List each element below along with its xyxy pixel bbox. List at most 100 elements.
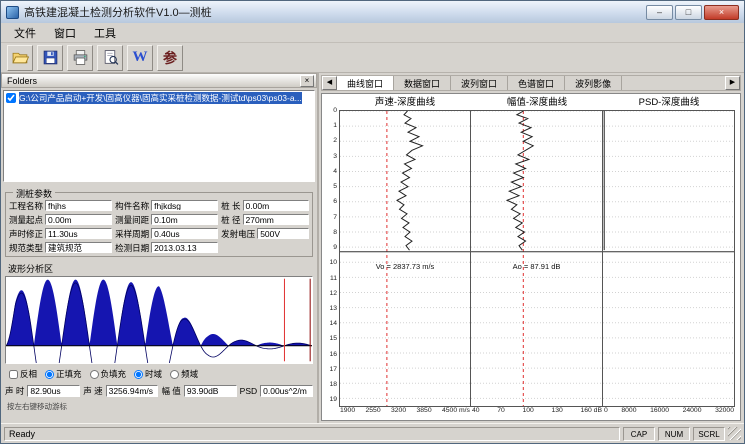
freq-domain-control[interactable]: 频域 xyxy=(170,368,198,380)
tab-wave-list-window[interactable]: 波列窗口 xyxy=(451,76,508,90)
status-scrl-indicator: SCRL xyxy=(693,427,725,441)
invert-label: 反相 xyxy=(20,368,37,380)
depth-tick-label: 1 xyxy=(333,122,337,129)
depth-axis: 012345678910111213141516171819 xyxy=(324,96,339,419)
minimize-button[interactable]: – xyxy=(646,5,673,20)
title-bar: 高铁建混凝土检测分析软件V1.0—测桩 –□× xyxy=(1,1,744,23)
reading-value: 82.90us xyxy=(27,385,80,397)
param-value-field[interactable]: fhjkdsg xyxy=(151,200,218,211)
hint-text: 按左右键移动游标 xyxy=(7,401,317,412)
save-button[interactable] xyxy=(37,45,63,71)
chart-plot[interactable]: Vo = 2837.73 m/s xyxy=(339,110,471,407)
word-icon: W xyxy=(133,49,148,66)
fill-negative-control[interactable]: 负填充 xyxy=(90,368,127,380)
word-export-button[interactable]: W xyxy=(127,45,153,71)
tree-item-checkbox[interactable] xyxy=(6,93,16,103)
chart-plot[interactable] xyxy=(603,110,735,407)
waveform-area-label: 波形分析区 xyxy=(8,262,317,275)
x-tick-label: 4500 m/s xyxy=(442,407,470,419)
tree-item[interactable]: G:\公司产品启动+开发\固高仪器\固高实采桩检测数据-测试td\ps03\ps… xyxy=(4,91,314,105)
menu-item-file[interactable]: 文件 xyxy=(5,23,45,43)
tree-item-label: G:\公司产品启动+开发\固高仪器\固高实采桩检测数据-测试td\ps03\ps… xyxy=(19,92,302,104)
menu-item-window[interactable]: 窗口 xyxy=(45,23,85,43)
waveform-controls: 反相正填充 负填充 时域 频域 xyxy=(9,367,315,381)
chart-column-1: 幅值-深度曲线Ao = 87.91 dB4070100130160 dB xyxy=(471,96,603,419)
x-tick-label: 70 xyxy=(497,407,505,419)
fill-positive-radio[interactable] xyxy=(45,370,54,379)
x-tick-label: 24000 xyxy=(683,407,702,419)
status-message: Ready xyxy=(4,427,620,441)
tab-wave-image[interactable]: 波列影像 xyxy=(565,76,622,90)
close-button[interactable]: × xyxy=(704,5,739,20)
folders-panel: Folders × G:\公司产品启动+开发\固高仪器\固高实采桩检测数据-测试… xyxy=(1,73,319,423)
time-domain-label: 时域 xyxy=(145,368,162,380)
param-value-field[interactable]: 500V xyxy=(257,228,309,239)
invert-control[interactable]: 反相 xyxy=(9,368,37,380)
fill-negative-radio[interactable] xyxy=(90,370,99,379)
depth-tick-label: 12 xyxy=(329,290,337,297)
panel-close-icon[interactable]: × xyxy=(300,75,314,87)
status-cap-indicator: CAP xyxy=(623,427,655,441)
waveform-area[interactable] xyxy=(5,276,313,364)
param-value-field[interactable]: 0.10m xyxy=(151,214,218,225)
param-cell: 测量起点0.00m xyxy=(9,213,112,226)
floppy-icon xyxy=(42,49,59,66)
param-value-field[interactable]: 0.40us xyxy=(151,228,218,239)
reading-label: 声 时 xyxy=(5,385,24,397)
x-tick-label: 100 xyxy=(522,407,533,419)
print-preview-button[interactable] xyxy=(97,45,123,71)
fill-positive-control[interactable]: 正填充 xyxy=(45,368,82,380)
pile-params-title: 测桩参数 xyxy=(13,187,55,200)
param-value-field[interactable]: 11.30us xyxy=(45,228,112,239)
freq-domain-label: 频域 xyxy=(181,368,198,380)
menu-item-tools[interactable]: 工具 xyxy=(85,23,125,43)
param-value-field[interactable]: 270mm xyxy=(243,214,309,225)
x-tick-label: 1900 xyxy=(340,407,355,419)
param-value-field[interactable]: 2013.03.13 xyxy=(151,242,218,253)
tab-scroll-right-icon[interactable]: ▶ xyxy=(725,76,740,90)
print-button[interactable] xyxy=(67,45,93,71)
depth-tick-label: 7 xyxy=(333,213,337,220)
toolbar: W参 xyxy=(1,43,744,73)
chart-annotation: Ao = 87.91 dB xyxy=(513,262,561,271)
chart-title: 幅值-深度曲线 xyxy=(471,96,603,110)
param-value-field[interactable]: 0.00m xyxy=(243,200,309,211)
folders-tree[interactable]: G:\公司产品启动+开发\固高仪器\固高实采桩检测数据-测试td\ps03\ps… xyxy=(3,90,315,182)
maximize-button[interactable]: □ xyxy=(675,5,702,20)
chart-plot[interactable]: Ao = 87.91 dB xyxy=(471,110,603,407)
fill-negative-label: 负填充 xyxy=(101,368,127,380)
param-value-field[interactable]: 建筑规范 xyxy=(45,242,112,253)
invert-checkbox[interactable] xyxy=(9,370,18,379)
window-title: 高铁建混凝土检测分析软件V1.0—测桩 xyxy=(24,4,212,20)
param-cell: 发射电压500V xyxy=(221,227,309,240)
param-label: 测量起点 xyxy=(9,214,43,226)
status-bar: Ready CAPNUMSCRL xyxy=(1,423,744,443)
param-value-field[interactable]: fhjhs xyxy=(45,200,112,211)
open-button[interactable] xyxy=(7,45,33,71)
depth-tick-label: 3 xyxy=(333,153,337,160)
tab-spectrum-window[interactable]: 色谱窗口 xyxy=(508,76,565,90)
chart-title: PSD-深度曲线 xyxy=(603,96,735,110)
param-value-field[interactable]: 0.00m xyxy=(45,214,112,225)
param-cell: 桩 径270mm xyxy=(221,213,309,226)
reading-label: PSD xyxy=(240,386,257,396)
tab-curve-window[interactable]: 曲线窗口 xyxy=(337,76,394,90)
x-tick-label: 40 xyxy=(472,407,480,419)
resize-grip[interactable] xyxy=(728,427,741,440)
x-tick-label: 160 dB xyxy=(580,407,602,419)
x-axis-ticks: 19002550320038504500 m/s xyxy=(339,407,471,419)
reading-label: 幅 值 xyxy=(161,385,180,397)
freq-domain-radio[interactable] xyxy=(170,370,179,379)
cjk-icon: 参 xyxy=(163,48,177,68)
params-button[interactable]: 参 xyxy=(157,45,183,71)
tab-scroll-left-icon[interactable]: ◀ xyxy=(322,76,337,90)
tab-data-window[interactable]: 数据窗口 xyxy=(394,76,451,90)
time-domain-radio[interactable] xyxy=(134,370,143,379)
param-label: 声时修正 xyxy=(9,228,43,240)
param-label: 测量间距 xyxy=(115,214,149,226)
chart-annotation: Vo = 2837.73 m/s xyxy=(376,262,435,271)
depth-tick-label: 16 xyxy=(329,351,337,358)
chart-area: 012345678910111213141516171819声速-深度曲线Vo … xyxy=(321,93,741,421)
time-domain-control[interactable]: 时域 xyxy=(134,368,162,380)
param-label: 发射电压 xyxy=(221,228,255,240)
